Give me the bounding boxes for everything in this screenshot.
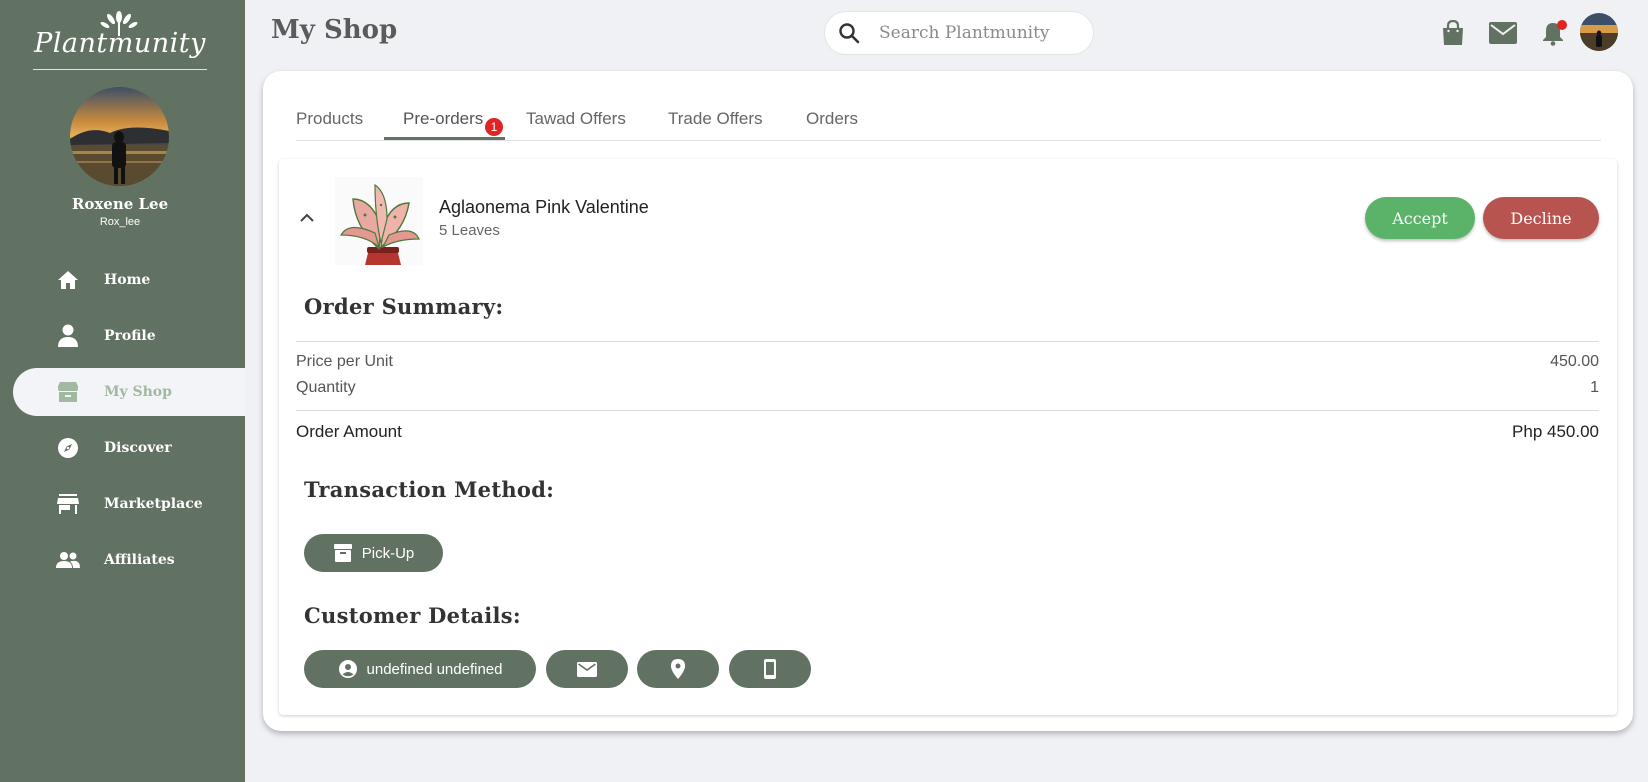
search-icon[interactable] (837, 21, 861, 45)
product-variant: 5 Leaves (439, 222, 500, 239)
page-title: My Shop (271, 15, 398, 45)
tab-pre-orders[interactable]: Pre-orders (403, 97, 483, 141)
order-amount-label: Order Amount (296, 422, 402, 441)
account-circle-icon (338, 659, 358, 679)
avatar[interactable] (70, 87, 169, 186)
sidebar-item-home[interactable]: Home (13, 256, 245, 304)
sidebar-item-my-shop[interactable]: My Shop (13, 368, 245, 416)
customer-name-chip[interactable]: undefined undefined (304, 650, 536, 688)
price-value: 450.00 (1550, 353, 1599, 370)
divider (296, 410, 1599, 411)
tab-orders[interactable]: Orders (806, 97, 858, 141)
chevron-up-icon[interactable] (297, 207, 317, 227)
notification-dot (1557, 20, 1567, 30)
compass-icon (56, 436, 80, 460)
sidebar-item-discover[interactable]: Discover (13, 424, 245, 472)
user-handle: Rox_lee (99, 216, 141, 228)
avatar-image (70, 87, 169, 186)
person-icon (56, 324, 80, 348)
customer-details-title: Customer Details: (304, 603, 521, 628)
active-tab-indicator (384, 137, 505, 140)
tab-trade-offers[interactable]: Trade Offers (668, 97, 762, 141)
product-name: Aglaonema Pink Valentine (439, 197, 649, 217)
pick-up-chip[interactable]: Pick-Up (304, 534, 443, 572)
customer-phone-chip[interactable] (729, 650, 811, 688)
customer-name: undefined undefined (366, 660, 503, 678)
sidebar-item-affiliates[interactable]: Affiliates (13, 536, 245, 584)
tab-bar: Products Pre-orders 1 Tawad Offers Trade… (296, 97, 1601, 141)
sidebar-item-profile[interactable]: Profile (13, 312, 245, 360)
bell-icon[interactable] (1538, 18, 1568, 48)
sidebar-item-label: Marketplace (104, 496, 203, 512)
sidebar-item-label: My Shop (104, 384, 172, 400)
tab-tawad-offers[interactable]: Tawad Offers (526, 97, 626, 141)
pre-orders-badge: 1 (485, 118, 503, 136)
search-input[interactable] (879, 23, 1079, 43)
home-icon (56, 268, 80, 292)
decline-button[interactable]: Decline (1483, 197, 1599, 239)
price-label: Price per Unit (296, 353, 393, 370)
logo-plant-icon (100, 11, 138, 36)
product-image (335, 177, 423, 265)
tab-products[interactable]: Products (296, 97, 363, 141)
mail-icon[interactable] (1488, 18, 1518, 48)
header-avatar[interactable] (1580, 13, 1618, 51)
archive-icon (333, 543, 353, 563)
search-bar[interactable] (824, 11, 1094, 55)
sidebar: Plantmunity Roxene Lee Rox_lee Home Prof… (0, 0, 245, 782)
shop-icon (56, 380, 80, 404)
main-card: Products Pre-orders 1 Tawad Offers Trade… (263, 71, 1633, 731)
quantity-value: 1 (1590, 379, 1599, 396)
shopping-bag-icon[interactable] (1438, 18, 1468, 48)
transaction-method-title: Transaction Method: (304, 477, 555, 502)
group-icon (56, 548, 80, 572)
quantity-label: Quantity (296, 379, 356, 396)
sidebar-item-marketplace[interactable]: Marketplace (13, 480, 245, 528)
pre-order-panel: Aglaonema Pink Valentine 5 Leaves Accept… (279, 159, 1617, 715)
order-amount-value: Php 450.00 (1512, 422, 1599, 441)
customer-email-chip[interactable] (546, 650, 628, 688)
divider (296, 341, 1599, 342)
transaction-method-label: Pick-Up (361, 544, 415, 562)
mail-icon (577, 659, 597, 679)
storefront-icon (56, 492, 80, 516)
accept-button[interactable]: Accept (1365, 197, 1475, 239)
customer-location-chip[interactable] (637, 650, 719, 688)
sidebar-item-label: Profile (104, 328, 156, 344)
location-pin-icon (668, 659, 688, 679)
user-name: Roxene Lee (71, 195, 169, 213)
order-summary-title: Order Summary: (304, 294, 504, 319)
sidebar-item-label: Discover (104, 440, 172, 456)
smartphone-icon (760, 659, 780, 679)
sidebar-item-label: Home (104, 272, 151, 288)
sidebar-item-label: Affiliates (104, 552, 175, 568)
logo[interactable]: Plantmunity (33, 8, 207, 70)
